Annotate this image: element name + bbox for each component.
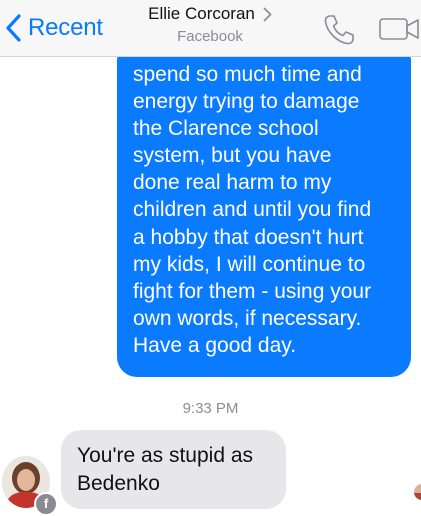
message-line: system, but you have bbox=[133, 144, 332, 168]
read-receipt-avatar bbox=[414, 484, 421, 500]
contact-name: Ellie Corcoran bbox=[148, 4, 255, 23]
video-call-button[interactable] bbox=[378, 15, 421, 43]
message-line: done real harm to my bbox=[133, 171, 332, 195]
message-timestamp: 9:33 PM bbox=[182, 400, 239, 417]
message-line: energy trying to damage bbox=[133, 90, 360, 114]
message-line: spend so much time and bbox=[133, 63, 362, 86]
chevron-right-icon bbox=[263, 7, 272, 22]
message-line: my kids, I will continue to bbox=[133, 252, 366, 276]
message-line: fight for them - using your bbox=[133, 279, 372, 303]
facebook-badge-icon: f bbox=[34, 492, 58, 516]
message-line: children and until you find bbox=[133, 198, 372, 222]
chevron-left-icon bbox=[4, 13, 24, 43]
back-button-label: Recent bbox=[28, 14, 103, 41]
outgoing-message-bubble[interactable]: spend so much time and energy trying to … bbox=[117, 40, 411, 377]
message-line: a hobby that doesn't hurt bbox=[133, 225, 364, 249]
back-button[interactable]: Recent bbox=[4, 10, 103, 46]
video-camera-icon bbox=[378, 15, 421, 43]
conversation-title[interactable]: Ellie Corcoran Facebook bbox=[115, 4, 305, 45]
contact-subtitle: Facebook bbox=[177, 28, 243, 45]
incoming-message-bubble[interactable]: You're as stupid as Bedenko bbox=[61, 430, 286, 509]
message-line: own words, if necessary. bbox=[133, 306, 362, 330]
message-line: Have a good day. bbox=[133, 333, 297, 357]
message-line: Bedenko bbox=[77, 472, 160, 495]
phone-icon bbox=[322, 13, 356, 47]
navigation-bar: Recent Ellie Corcoran Facebook bbox=[0, 0, 421, 57]
message-line: You're as stupid as bbox=[77, 444, 254, 467]
message-line: the Clarence school bbox=[133, 117, 319, 141]
call-button[interactable] bbox=[322, 13, 356, 47]
